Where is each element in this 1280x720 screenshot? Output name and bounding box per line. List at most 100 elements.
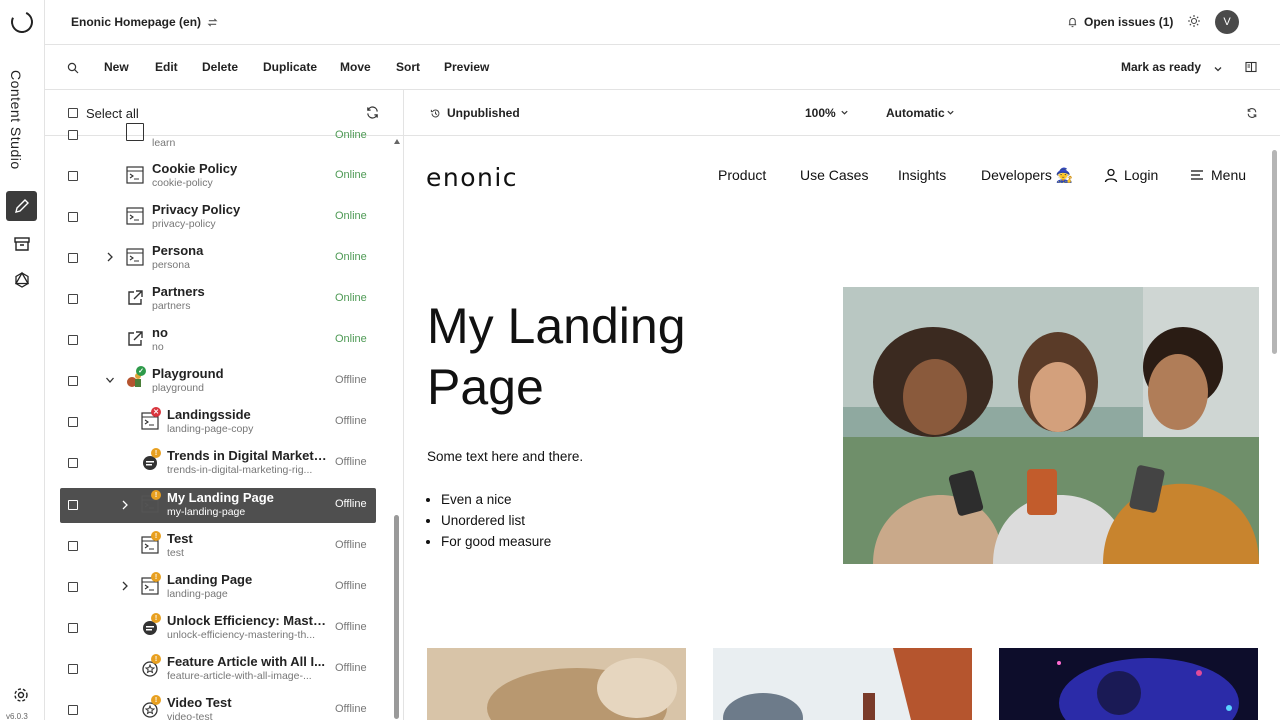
mark-as-ready-button[interactable]: Mark as ready xyxy=(1121,60,1201,74)
search-button[interactable] xyxy=(67,61,79,79)
row-checkbox[interactable] xyxy=(68,376,78,386)
reload-preview-button[interactable] xyxy=(1246,106,1258,124)
card-image[interactable] xyxy=(427,648,686,720)
tree-row[interactable]: Cookie Policy cookie-policy Online xyxy=(60,158,376,195)
tree-row[interactable]: ! Feature Article with All I... feature-… xyxy=(60,651,376,688)
chevron-down-icon[interactable] xyxy=(840,108,849,117)
row-checkbox[interactable] xyxy=(68,294,78,304)
enonic-logo-icon[interactable] xyxy=(7,7,37,37)
graphql-button[interactable] xyxy=(6,265,37,295)
row-checkbox[interactable] xyxy=(68,212,78,222)
tree-row[interactable]: Persona persona Online xyxy=(60,240,376,277)
row-checkbox[interactable] xyxy=(68,541,78,551)
external-link-icon xyxy=(128,331,143,346)
people-with-phones-illustration xyxy=(843,287,1259,564)
chevron-right-icon[interactable] xyxy=(120,580,130,592)
zoom-select[interactable]: 100% xyxy=(805,106,836,120)
select-all-checkbox[interactable] xyxy=(68,108,78,118)
card-image-canyon xyxy=(713,648,972,720)
preview-button[interactable]: Preview xyxy=(444,60,489,74)
tree-row[interactable]: no no Online xyxy=(60,322,376,359)
tree-row[interactable]: ✕ Landingsside landing-page-copy Offline xyxy=(60,404,376,441)
open-issues-button[interactable]: Open issues (1) xyxy=(1067,15,1173,29)
tree-row[interactable]: Partners partners Online xyxy=(60,281,376,318)
row-checkbox[interactable] xyxy=(68,335,78,345)
tree-row[interactable]: ! Trends in Digital Marketi... trends-in… xyxy=(60,445,376,482)
tree-row[interactable]: Privacy Policy privacy-policy Online xyxy=(60,199,376,236)
row-title: Cookie Policy xyxy=(152,161,238,176)
hero-image xyxy=(843,287,1259,564)
row-path: feature-article-with-all-image-... xyxy=(167,670,312,682)
tree-row[interactable]: ✓ Playground playground Offline xyxy=(60,363,376,400)
refresh-icon xyxy=(367,106,378,119)
tree-row-selected[interactable]: ! My Landing Page my-landing-page Offlin… xyxy=(60,488,376,523)
archive-button[interactable] xyxy=(6,229,37,259)
row-checkbox[interactable] xyxy=(68,171,78,181)
history-icon xyxy=(430,109,440,117)
tree-row-learn[interactable]: learn Online xyxy=(60,121,376,158)
chevron-down-icon[interactable] xyxy=(946,108,955,117)
delete-button[interactable]: Delete xyxy=(202,60,238,74)
sort-button[interactable]: Sort xyxy=(396,60,420,74)
row-path: unlock-efficiency-mastering-th... xyxy=(167,629,316,641)
nav-use-cases[interactable]: Use Cases xyxy=(800,167,868,183)
tree-row[interactable]: ! Video Test video-test Offline xyxy=(60,692,376,720)
scrollbar-thumb[interactable] xyxy=(394,515,399,719)
row-checkbox[interactable] xyxy=(68,417,78,427)
mark-as-ready-menu-button[interactable] xyxy=(1213,61,1223,79)
theme-toggle[interactable] xyxy=(1187,14,1201,33)
chevron-down-icon[interactable] xyxy=(105,374,115,386)
content-studio-edit-button[interactable] xyxy=(6,191,37,221)
edit-button[interactable]: Edit xyxy=(155,60,178,74)
panel-icon xyxy=(1245,61,1257,73)
row-checkbox[interactable] xyxy=(68,582,78,592)
scroll-up-arrow-icon[interactable] xyxy=(394,139,400,144)
menu-button[interactable]: Menu xyxy=(1190,167,1246,183)
chevron-right-icon[interactable] xyxy=(105,251,115,263)
chevron-right-icon[interactable] xyxy=(120,499,130,511)
row-checkbox[interactable] xyxy=(68,130,78,140)
row-checkbox[interactable] xyxy=(68,500,78,510)
page-template-icon xyxy=(126,248,144,266)
refresh-icon xyxy=(1247,108,1257,118)
site-logo[interactable]: enonic xyxy=(426,163,518,192)
new-button[interactable]: New xyxy=(104,60,129,74)
card-image-warm xyxy=(427,648,686,720)
tree-row[interactable]: ! Unlock Efficiency: Master... unlock-ef… xyxy=(60,610,376,647)
row-title: Feature Article with All I... xyxy=(167,654,325,669)
chevron-down-icon xyxy=(1214,67,1222,72)
user-avatar[interactable]: V xyxy=(1215,10,1239,34)
row-checkbox[interactable] xyxy=(68,664,78,674)
row-status: Offline xyxy=(335,662,367,674)
duplicate-button[interactable]: Duplicate xyxy=(263,60,317,74)
toggle-preview-panel-button[interactable] xyxy=(1245,60,1257,78)
row-checkbox[interactable] xyxy=(68,623,78,633)
row-status: Offline xyxy=(335,498,367,510)
row-checkbox[interactable] xyxy=(68,253,78,263)
row-title: Video Test xyxy=(167,695,232,710)
tree-scrollbar[interactable] xyxy=(394,139,400,719)
tree-row[interactable]: ! Landing Page landing-page Offline xyxy=(60,569,376,606)
row-title: Unlock Efficiency: Master... xyxy=(167,613,327,628)
row-checkbox[interactable] xyxy=(68,705,78,715)
left-rail: Content Studio v6.0.3 xyxy=(0,0,45,720)
card-image[interactable] xyxy=(713,648,972,720)
move-button[interactable]: Move xyxy=(340,60,371,74)
card-image[interactable] xyxy=(999,648,1258,720)
row-title: Trends in Digital Marketi... xyxy=(167,448,327,463)
nav-product[interactable]: Product xyxy=(718,167,766,183)
login-link[interactable]: Login xyxy=(1104,167,1158,183)
error-badge-icon: ✕ xyxy=(151,407,161,417)
settings-button[interactable] xyxy=(12,686,30,709)
device-select[interactable]: Automatic xyxy=(886,106,945,120)
select-all-label[interactable]: Select all xyxy=(86,106,139,121)
preview-scrollbar-thumb[interactable] xyxy=(1272,150,1277,354)
project-selector[interactable]: Enonic Homepage (en) xyxy=(71,15,218,29)
row-checkbox[interactable] xyxy=(68,458,78,468)
tree-row[interactable]: ! Test test Offline xyxy=(60,528,376,565)
page-template-icon xyxy=(126,207,144,225)
row-path: my-landing-page xyxy=(167,506,246,518)
row-path: trends-in-digital-marketing-rig... xyxy=(167,464,313,476)
nav-insights[interactable]: Insights xyxy=(898,167,946,183)
nav-developers[interactable]: Developers 🧙 xyxy=(981,167,1073,184)
